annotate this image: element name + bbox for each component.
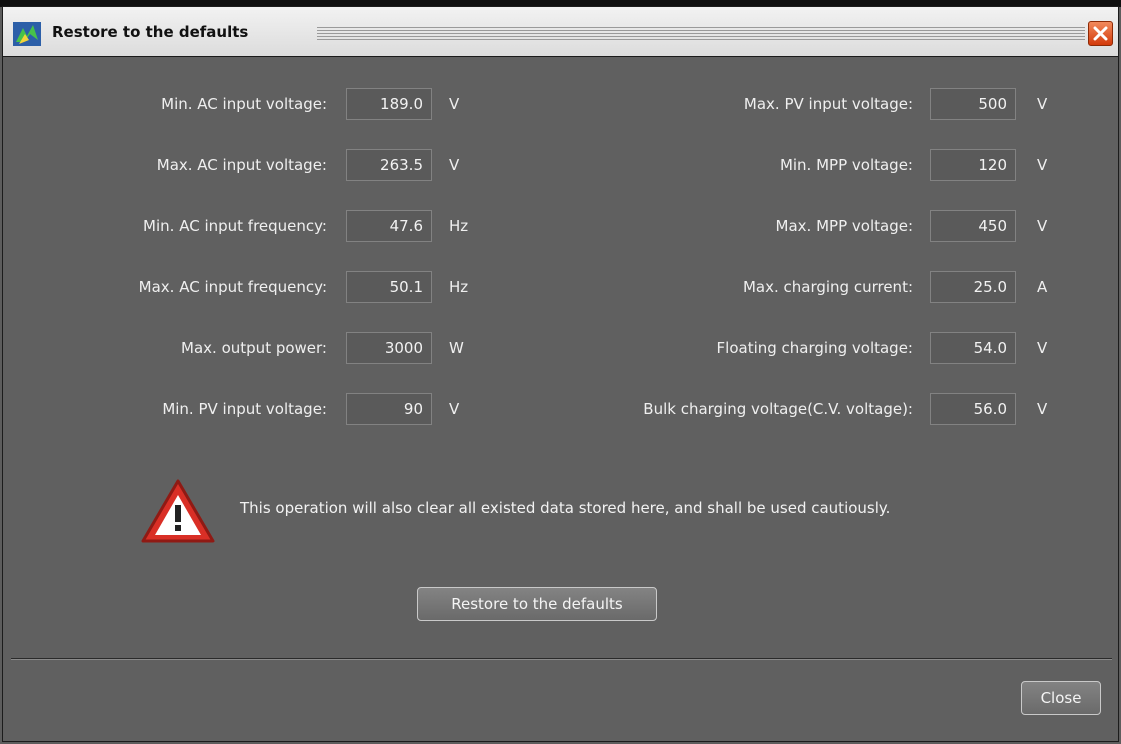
field-label: Max. AC input voltage: <box>156 156 327 174</box>
field-label: Floating charging voltage: <box>716 339 913 357</box>
restore-defaults-dialog: Restore to the defaults Min. AC input vo… <box>2 6 1119 742</box>
field-unit: V <box>1037 400 1048 418</box>
field-value-box[interactable]: 3000 <box>346 332 432 364</box>
field-label: Max. output power: <box>181 339 327 357</box>
close-icon <box>1093 26 1108 41</box>
field-value-box[interactable]: 54.0 <box>930 332 1016 364</box>
field-label: Bulk charging voltage(C.V. voltage): <box>643 400 913 418</box>
window-title: Restore to the defaults <box>52 23 249 41</box>
field-value-box[interactable]: 25.0 <box>930 271 1016 303</box>
title-bar-grip <box>317 27 1085 41</box>
field-label: Min. AC input voltage: <box>161 95 327 113</box>
warning-message: This operation will also clear all exist… <box>240 499 891 517</box>
field-unit: A <box>1037 278 1048 296</box>
dialog-footer: Close <box>11 660 1112 736</box>
field-value-box[interactable]: 56.0 <box>930 393 1016 425</box>
field-label: Min. MPP voltage: <box>779 156 913 174</box>
field-label: Max. PV input voltage: <box>743 95 913 113</box>
field-unit: V <box>1037 156 1048 174</box>
title-bar[interactable]: Restore to the defaults <box>3 7 1118 57</box>
field-label: Min. PV input voltage: <box>162 400 327 418</box>
settings-panel: Min. AC input voltage: 189.0 V Max. AC inpu… <box>11 57 1112 658</box>
field-unit: V <box>1037 339 1048 357</box>
window-close-button[interactable] <box>1088 21 1113 46</box>
field-label: Max. charging current: <box>742 278 913 296</box>
field-unit: V <box>1037 95 1048 113</box>
field-value-box[interactable]: 50.1 <box>346 271 432 303</box>
app-logo-icon <box>13 22 41 46</box>
field-value-box[interactable]: 500 <box>930 88 1016 120</box>
field-value-box[interactable]: 189.0 <box>346 88 432 120</box>
field-value-box[interactable]: 450 <box>930 210 1016 242</box>
field-label: Max. MPP voltage: <box>775 217 913 235</box>
restore-defaults-button[interactable]: Restore to the defaults <box>417 587 657 621</box>
warning-triangle-icon <box>141 479 215 543</box>
field-unit: V <box>1037 217 1048 235</box>
field-value-box[interactable]: 90 <box>346 393 432 425</box>
field-label: Min. AC input frequency: <box>143 217 327 235</box>
field-value-box[interactable]: 120 <box>930 149 1016 181</box>
field-value-box[interactable]: 47.6 <box>346 210 432 242</box>
field-label: Max. AC input frequency: <box>138 278 327 296</box>
close-button[interactable]: Close <box>1021 681 1101 715</box>
field-value-box[interactable]: 263.5 <box>346 149 432 181</box>
